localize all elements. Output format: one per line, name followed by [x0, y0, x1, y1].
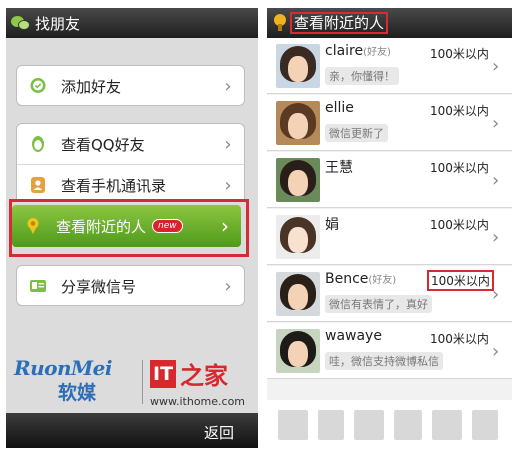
- person-name: claire(好友): [325, 43, 391, 59]
- bottom-bar: 返回: [6, 413, 258, 448]
- add-friend-button[interactable]: 添加好友 ›: [17, 66, 244, 106]
- avatar: [276, 101, 320, 145]
- view-nearby-label: 查看附近的人: [56, 217, 147, 236]
- chevron-right-icon: ›: [221, 214, 229, 238]
- brand-divider: [142, 360, 143, 404]
- distance-label: 100米以内: [430, 218, 489, 232]
- chat-bubble-icon: [29, 77, 47, 95]
- nearby-people-screen: 查看附近的人 claire(好友) 亲，你懂得！ 100米以内 › ellie …: [267, 8, 512, 408]
- person-name: 娟: [325, 217, 339, 233]
- view-contacts-label: 查看手机通讯录: [61, 176, 167, 195]
- page-title: 找朋友: [35, 14, 81, 33]
- back-button[interactable]: 返回: [204, 422, 234, 443]
- contacts-book-icon: [29, 176, 47, 194]
- chevron-right-icon: ›: [492, 227, 500, 248]
- chevron-right-icon: ›: [492, 170, 500, 191]
- find-friends-screen: 找朋友 添加好友 › 查看QQ好友 › 查看手机通讯录 › 查看附近的人 new…: [6, 8, 258, 448]
- chevron-right-icon: ›: [224, 133, 232, 155]
- share-wechat-id-label: 分享微信号: [61, 277, 137, 296]
- blurred-block: [432, 410, 462, 440]
- ithome-logo: IT 之家 www.ithome.com: [150, 356, 254, 410]
- avatar: [276, 44, 320, 88]
- ithome-logo-it: IT: [150, 359, 177, 388]
- chevron-right-icon: ›: [492, 56, 500, 77]
- list-item[interactable]: Bence(好友) 微信有表情了，真好 100米以内 ›: [267, 266, 512, 322]
- avatar: [276, 158, 320, 202]
- distance-label: 100米以内: [430, 161, 489, 175]
- cropped-bottom-area: [258, 400, 514, 455]
- add-friend-label: 添加好友: [61, 77, 122, 96]
- person-name: Bence(好友): [325, 271, 397, 287]
- add-friend-card: 添加好友 ›: [16, 65, 245, 106]
- blurred-block: [318, 410, 344, 440]
- person-name: wawaye: [325, 328, 382, 344]
- ruonmei-logo-text: RuonMei: [14, 356, 113, 380]
- chevron-right-icon: ›: [492, 113, 500, 134]
- avatar: [276, 329, 320, 373]
- distance-label: 100米以内: [427, 270, 494, 291]
- person-status: 哇，微信支持微博私信: [325, 352, 443, 370]
- distance-label: 100米以内: [430, 104, 489, 118]
- share-wechat-id-button[interactable]: 分享微信号 ›: [17, 266, 244, 306]
- ruonmei-logo-cn: 软媒: [58, 382, 97, 404]
- title-bar: 找朋友: [6, 8, 258, 38]
- avatar: [276, 215, 320, 259]
- chevron-right-icon: ›: [224, 75, 232, 97]
- view-qq-friends-button[interactable]: 查看QQ好友 ›: [17, 124, 244, 164]
- title-bar: 查看附近的人: [267, 8, 512, 38]
- wechat-icon: [11, 15, 31, 31]
- new-badge: new: [152, 219, 183, 233]
- list-item[interactable]: 娟 100米以内 ›: [267, 209, 512, 265]
- chevron-right-icon: ›: [492, 284, 500, 305]
- distance-label: 100米以内: [430, 332, 489, 346]
- list-item[interactable]: claire(好友) 亲，你懂得！ 100米以内 ›: [267, 38, 512, 94]
- id-card-icon: [29, 277, 47, 295]
- blurred-block: [354, 410, 384, 440]
- person-name: 王慧: [325, 160, 353, 176]
- list-item[interactable]: 王慧 100米以内 ›: [267, 152, 512, 208]
- blurred-block: [278, 410, 308, 440]
- blurred-block: [472, 410, 498, 440]
- share-card: 分享微信号 ›: [16, 265, 245, 306]
- chevron-right-icon: ›: [492, 341, 500, 362]
- list-item[interactable]: ellie 微信更新了 100米以内 ›: [267, 95, 512, 151]
- ithome-url: www.ithome.com: [150, 395, 246, 408]
- view-nearby-button[interactable]: 查看附近的人 new ›: [12, 205, 241, 247]
- ithome-logo-cn: 之家: [180, 361, 229, 390]
- person-status: 微信有表情了，真好: [325, 295, 432, 313]
- distance-label: 100米以内: [430, 47, 489, 61]
- list-item[interactable]: wawaye 哇，微信支持微博私信 100米以内 ›: [267, 323, 512, 379]
- blurred-block: [394, 410, 422, 440]
- avatar: [276, 272, 320, 316]
- location-pin-icon: [24, 217, 42, 235]
- page-title: 查看附近的人: [290, 12, 389, 34]
- person-name: ellie: [325, 100, 354, 116]
- location-pin-icon: [273, 14, 287, 32]
- qq-penguin-icon: [29, 135, 47, 153]
- chevron-right-icon: ›: [224, 174, 232, 196]
- ruonmei-logo: RuonMei 软媒: [14, 356, 134, 408]
- person-status: 微信更新了: [325, 124, 388, 142]
- friends-source-card: 查看QQ好友 › 查看手机通讯录 ›: [16, 123, 245, 205]
- chevron-right-icon: ›: [224, 275, 232, 297]
- person-status: 亲，你懂得！: [325, 67, 399, 85]
- view-qq-friends-label: 查看QQ好友: [61, 135, 145, 154]
